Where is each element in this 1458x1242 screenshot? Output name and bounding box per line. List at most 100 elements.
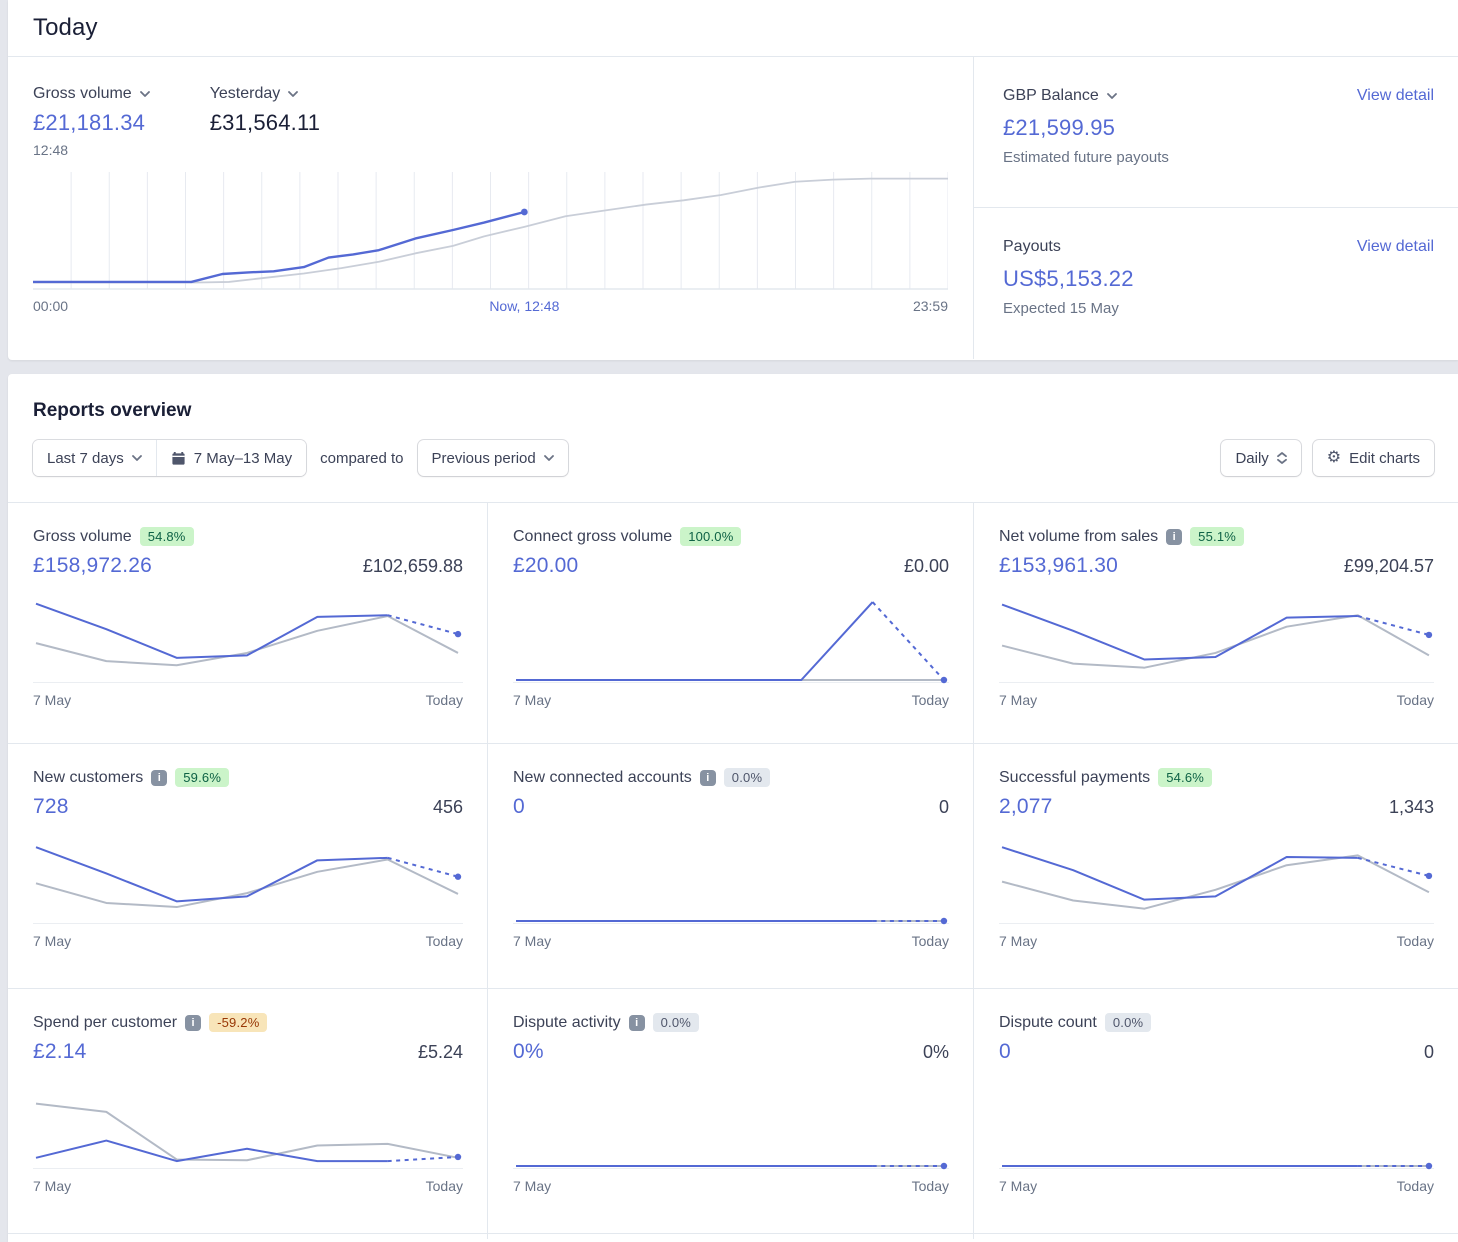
report-card-connect-gross-volume[interactable]: Connect gross volume100.0%£20.00£0.007 M… [488,503,973,743]
sparkline-axis: 7 May Today [513,933,949,949]
payouts-label: Payouts [1003,238,1061,256]
sparkline-chart [33,592,463,687]
current-value: £2.14 [33,1040,87,1064]
spark-axis-start: 7 May [33,1178,71,1194]
range-preset-button[interactable]: Last 7 days [33,440,156,476]
date-range-label: 7 May–13 May [194,450,292,467]
report-cards-grid: Gross volume54.8%£158,972.26£102,659.887… [8,503,1458,1239]
change-badge: 55.1% [1190,527,1244,546]
date-range-control: Last 7 days 7 May–13 May [33,440,306,476]
info-icon[interactable]: i [185,1015,201,1031]
card-title: Successful payments [999,769,1150,787]
report-card-dispute-activity[interactable]: Dispute activityi0.0%0%0%7 MayToday [488,989,973,1233]
change-badge: 0.0% [724,768,770,787]
spark-axis-end: Today [1397,933,1434,949]
current-value: £158,972.26 [33,554,152,578]
spark-axis-start: 7 May [513,933,551,949]
spark-axis-start: 7 May [999,1178,1037,1194]
comparison-value: 0 [939,797,949,818]
gross-volume-value: £21,181.34 [33,110,150,136]
comparison-period-label: Yesterday [210,85,281,103]
spark-axis-end: Today [912,692,949,708]
sparkline-axis: 7 May Today [999,933,1434,949]
gbp-balance-caption: Estimated future payouts [1003,149,1434,166]
page-title: Today [33,14,98,42]
sparkline-chart [999,592,1434,687]
report-card-new-connected-accounts[interactable]: New connected accountsi0.0%007 MayToday [488,744,973,988]
axis-start-label: 00:00 [33,298,68,314]
yesterday-value: £31,564.11 [210,110,320,136]
sparkline-axis: 7 MayToday [999,692,1434,708]
card-title: Connect gross volume [513,528,672,546]
comparison-value: 0 [1424,1042,1434,1063]
current-value: £20.00 [513,554,578,578]
comparison-value: £5.24 [418,1042,463,1063]
spark-axis-end: Today [426,933,463,949]
balance-view-detail-link[interactable]: View detail [1357,87,1434,105]
sparkline-axis: 7 MayToday [513,1178,949,1194]
current-value: 728 [33,795,69,819]
payouts-caption: Expected 15 May [1003,300,1434,317]
payouts-block: Payouts View detail US$5,153.22 Expected… [974,207,1458,359]
spark-axis-start: 7 May [999,933,1037,949]
report-card-successful-payments[interactable]: Successful payments54.6%2,0771,3437 MayT… [974,744,1458,988]
report-card-dispute-count[interactable]: Dispute count0.0%007 MayToday [974,989,1458,1233]
payouts-view-detail-link[interactable]: View detail [1357,238,1434,256]
gbp-balance-value: £21,599.95 [1003,115,1434,141]
report-card-net-volume-from-sales[interactable]: Net volume from salesi55.1%£153,961.30£9… [974,503,1458,743]
sparkline-axis: 7 MayToday [33,1178,463,1194]
date-range-button[interactable]: 7 May–13 May [156,440,306,476]
sparkline-axis: 7 MayToday [513,692,949,708]
today-intraday-chart [33,172,948,290]
sparkline-axis: 7 MayToday [33,933,463,949]
gear-icon: ⚙ [1327,450,1341,466]
comparison-select-label: Previous period [432,450,536,467]
report-card-partial [974,1234,1458,1239]
reports-overview-section: Reports overview Last 7 days 7 May–13 Ma… [8,374,1458,1242]
gross-volume-time: 12:48 [33,142,150,158]
payouts-value: US$5,153.22 [1003,266,1434,292]
spark-axis-end: Today [912,933,949,949]
chevron-down-icon [288,91,298,97]
card-title: Gross volume [33,528,132,546]
chevron-down-icon [140,91,150,97]
gross-volume-selector[interactable]: Gross volume [33,85,150,103]
edit-charts-button[interactable]: ⚙ Edit charts [1313,440,1434,476]
axis-end-label: 23:59 [913,298,948,314]
report-card-partial [8,1234,487,1239]
comparison-value: 0% [923,1042,949,1063]
comparison-period-selector[interactable]: Yesterday [210,85,299,103]
info-icon[interactable]: i [629,1015,645,1031]
change-badge: 0.0% [653,1013,699,1032]
info-icon[interactable]: i [151,770,167,786]
gross-volume-panel: Gross volume £21,181.34 12:48 Yesterday … [8,57,973,359]
report-card-gross-volume[interactable]: Gross volume54.8%£158,972.26£102,659.887… [8,503,487,743]
sparkline-chart [513,1078,949,1173]
comparison-value: £102,659.88 [363,556,463,577]
gbp-balance-selector[interactable]: GBP Balance [1003,87,1117,105]
info-icon[interactable]: i [1166,529,1182,545]
report-card-new-customers[interactable]: New customersi59.6%7284567 MayToday [8,744,487,988]
spark-axis-end: Today [1397,692,1434,708]
spark-axis-end: Today [1397,1178,1434,1194]
sparkline-chart [513,833,949,928]
gbp-balance-label: GBP Balance [1003,87,1099,105]
change-badge: 59.6% [175,768,229,787]
card-title: New connected accounts [513,769,692,787]
range-preset-label: Last 7 days [47,450,124,467]
report-card-spend-per-customer[interactable]: Spend per customeri-59.2%£2.14£5.247 May… [8,989,487,1233]
comparison-select[interactable]: Previous period [418,440,568,476]
interval-select[interactable]: Daily [1221,440,1300,476]
today-header: Today [8,0,1458,57]
sparkline-chart [33,833,463,928]
card-title: Dispute activity [513,1014,621,1032]
sparkline-axis: 7 May Today [999,1178,1434,1194]
comparison-value: 1,343 [1389,797,1434,818]
change-badge: 100.0% [680,527,741,546]
current-value: 2,077 [999,795,1053,819]
sparkline-chart [513,592,949,687]
info-icon[interactable]: i [700,770,716,786]
gbp-balance-block: GBP Balance View detail £21,599.95 Estim… [974,57,1458,207]
spark-axis-end: Today [426,692,463,708]
chevron-down-icon [1107,93,1117,99]
